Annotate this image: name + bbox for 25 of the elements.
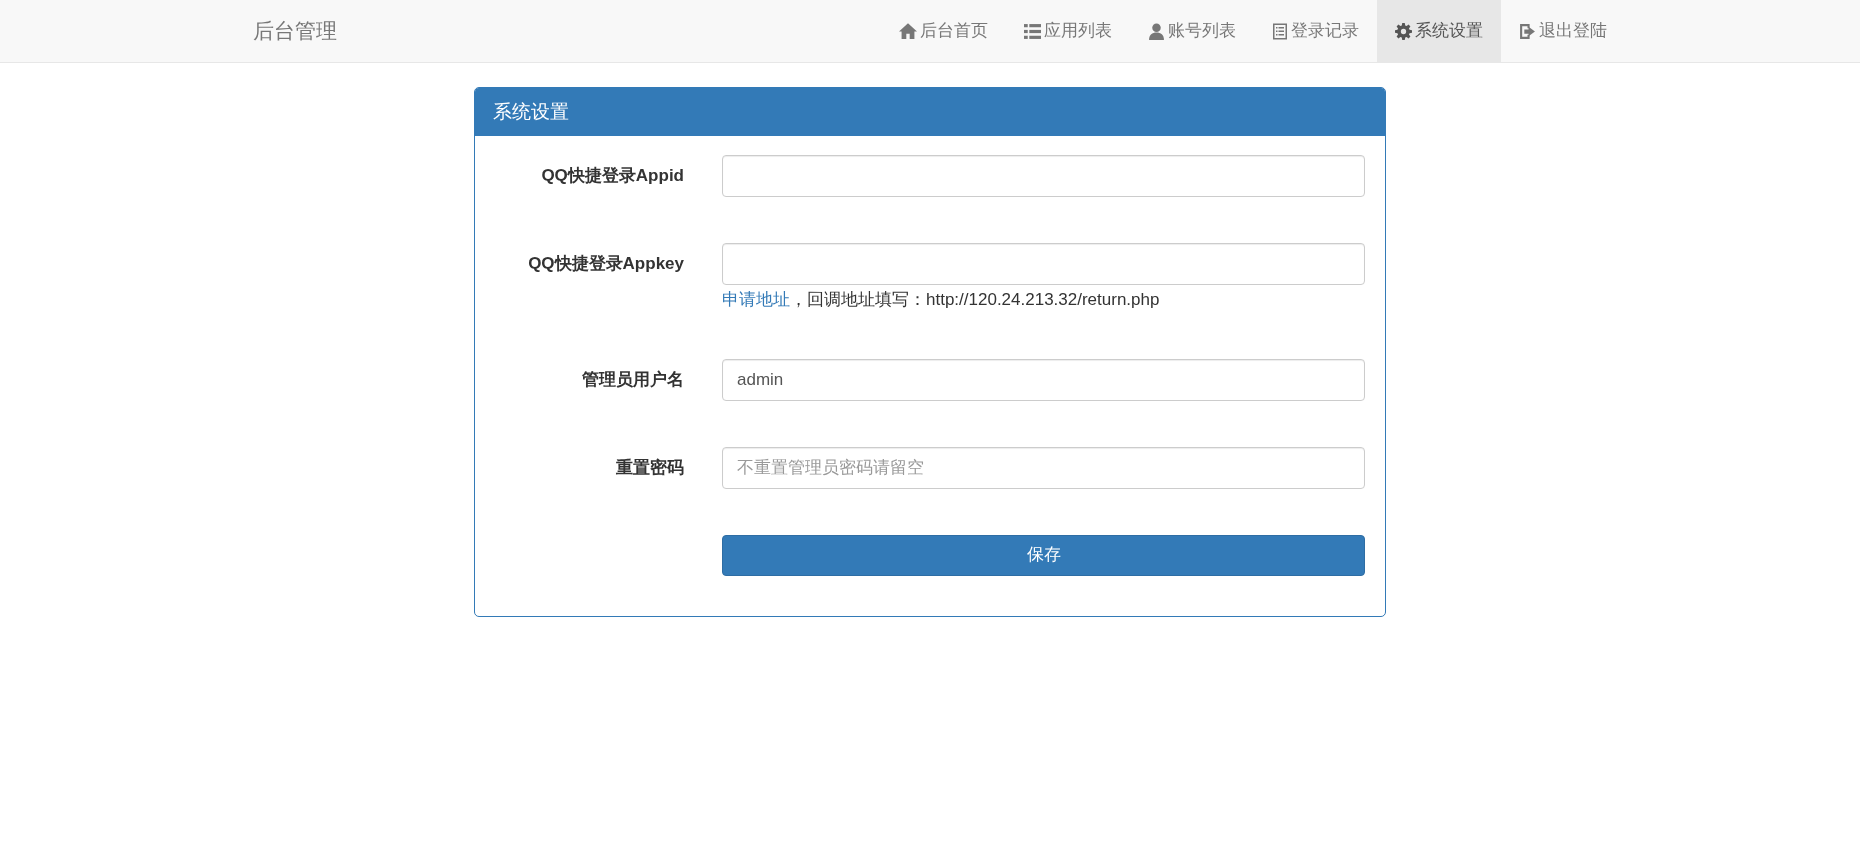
user-icon (1148, 22, 1165, 40)
save-button[interactable]: 保存 (722, 534, 1365, 576)
nav-link[interactable]: 退出登陆 (1501, 0, 1625, 62)
panel-title: 系统设置 (493, 99, 569, 124)
field-label: 管理员用户名 (581, 368, 684, 391)
nav-link[interactable]: 账号列表 (1130, 0, 1254, 62)
home-icon (899, 22, 917, 40)
input-field[interactable]: 不重置管理员密码请留空 (722, 446, 1365, 489)
list-icon (1024, 22, 1041, 40)
input-field[interactable] (722, 155, 1365, 197)
brand-link[interactable]: 后台管理 (235, 0, 355, 62)
nav-link[interactable]: 系统设置 (1377, 0, 1501, 62)
field-label: QQ快捷登录Appid (540, 165, 684, 187)
logout-icon (1519, 22, 1536, 40)
nav-link[interactable]: 应用列表 (1006, 0, 1130, 62)
help-text: 申请地址，回调地址填写：http://120.24.213.32/return.php (722, 289, 1161, 311)
field-label: QQ快捷登录Appkey (527, 253, 684, 275)
document-icon (1272, 22, 1288, 40)
nav-link[interactable]: 后台首页 (881, 0, 1006, 62)
nav-link[interactable]: 登录记录 (1254, 0, 1377, 62)
input-field[interactable]: admin (722, 358, 1365, 401)
field-label: 重置密码 (615, 456, 684, 479)
apply-link[interactable]: 申请地址 (722, 290, 790, 309)
settings-icon (1395, 22, 1412, 40)
input-field[interactable] (722, 243, 1365, 285)
